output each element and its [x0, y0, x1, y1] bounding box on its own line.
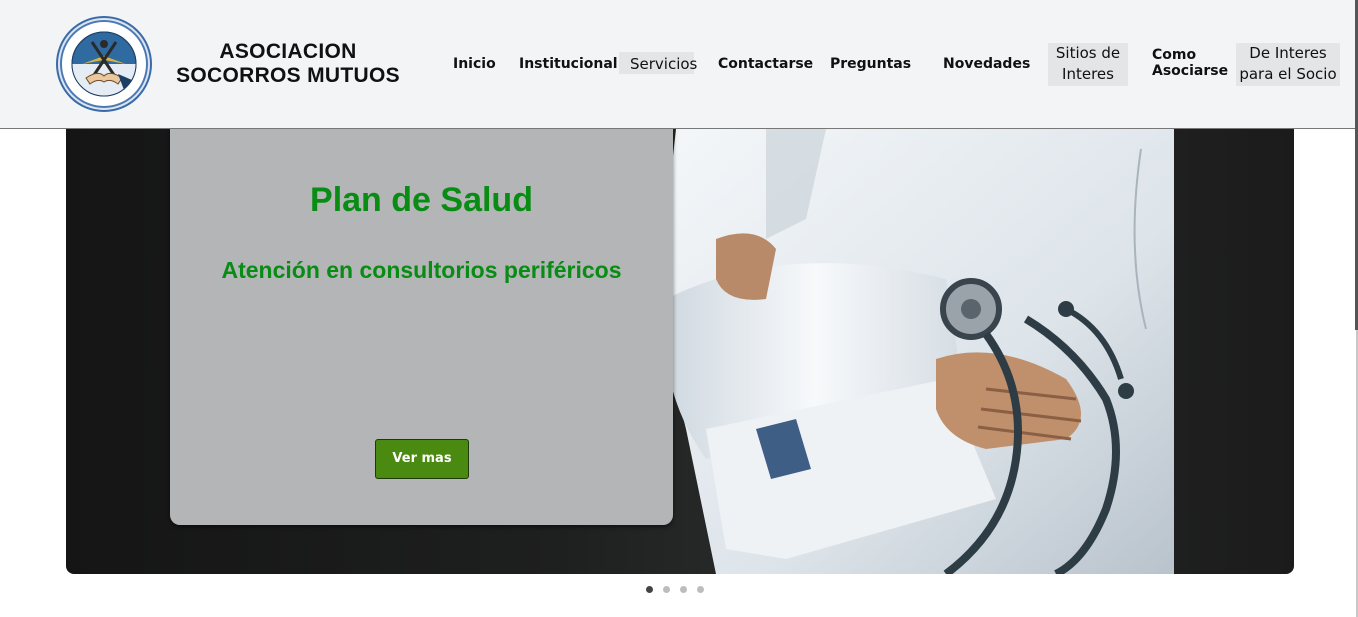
nav-de-interes-para-el-socio[interactable]: De Interes para el Socio	[1236, 43, 1340, 86]
slide-subtitle: Atención en consultorios periféricos	[221, 257, 622, 283]
carousel-dot-1[interactable]	[646, 586, 653, 593]
association-logo[interactable]	[56, 16, 152, 112]
nav-novedades[interactable]: Novedades	[943, 54, 1030, 74]
site-header: ASOCIACION SOCORROS MUTUOS Inicio Instit…	[0, 0, 1356, 129]
nav-interes-line-1: De Interes	[1249, 44, 1327, 62]
nav-como-asociarse[interactable]: Como Asociarse	[1152, 47, 1228, 79]
nav-inicio[interactable]: Inicio	[453, 54, 496, 74]
nav-como-line-1: Como	[1152, 47, 1197, 63]
nav-institucional[interactable]: Institucional	[519, 54, 618, 74]
nav-sitios-line-1: Sitios de	[1055, 44, 1121, 62]
nav-sitios-de-interes[interactable]: Sitios de Interes	[1048, 43, 1128, 86]
slide-title: Plan de Salud	[310, 181, 533, 219]
brand-line-2: SOCORROS MUTUOS	[176, 64, 400, 87]
nav-como-line-2: Asociarse	[1152, 63, 1229, 79]
hero-carousel[interactable]: Plan de Salud Atención en consultorios p…	[66, 129, 1294, 574]
nav-interes-line-2: para el Socio	[1239, 65, 1337, 83]
ver-mas-button[interactable]: Ver mas	[375, 439, 469, 479]
nav-servicios[interactable]: Servicios	[619, 52, 697, 74]
nav-sitios-line-2: Interes	[1062, 65, 1114, 83]
brand-title: ASOCIACION SOCORROS MUTUOS	[170, 40, 406, 88]
brand-line-1: ASOCIACION	[219, 40, 357, 63]
logo-emblem-icon	[60, 20, 148, 108]
nav-contactarse[interactable]: Contactarse	[718, 54, 813, 74]
nav-preguntas[interactable]: Preguntas	[830, 54, 911, 74]
carousel-dot-3[interactable]	[680, 586, 687, 593]
carousel-dot-2[interactable]	[663, 586, 670, 593]
carousel-dot-4[interactable]	[697, 586, 704, 593]
slide-info-card: Plan de Salud Atención en consultorios p…	[170, 129, 673, 525]
